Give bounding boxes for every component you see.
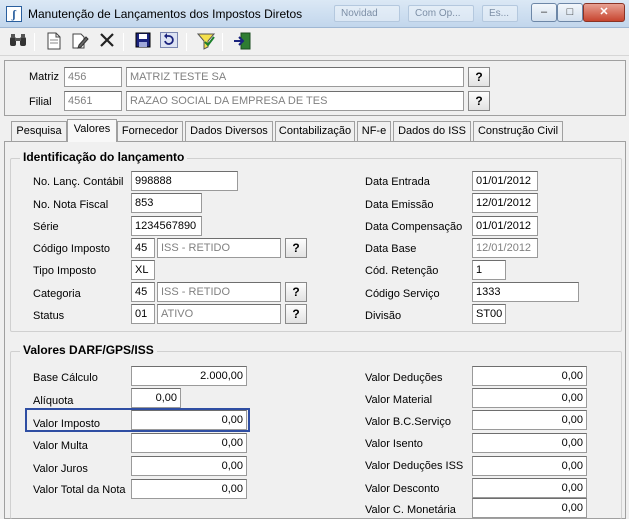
identificacao-title: Identificação do lançamento: [20, 150, 188, 164]
base-calculo-field[interactable]: 2.000,00: [131, 366, 247, 386]
edit-icon[interactable]: [70, 32, 90, 52]
status-code-field[interactable]: 01: [131, 304, 155, 324]
no-nota-fiscal-label: No. Nota Fiscal: [33, 199, 109, 211]
window-title: Manutenção de Lançamentos dos Impostos D…: [28, 7, 303, 21]
app-icon: ʃ: [6, 6, 22, 22]
close-button[interactable]: ✕: [583, 3, 625, 22]
matriz-label: Matriz: [29, 71, 59, 83]
data-base-field[interactable]: 12/01/2012: [472, 238, 538, 258]
categoria-code-field[interactable]: 45: [131, 282, 155, 302]
matriz-code-field[interactable]: 456: [64, 67, 122, 87]
codigo-imposto-label: Código Imposto: [33, 243, 111, 255]
tab-dados-do-iss[interactable]: Dados do ISS: [393, 121, 471, 141]
codigo-servico-label: Código Serviço: [365, 288, 440, 300]
data-entrada-label: Data Entrada: [365, 176, 430, 188]
undo-icon[interactable]: [159, 32, 179, 52]
delete-icon[interactable]: [97, 32, 117, 52]
minimize-button[interactable]: –: [531, 3, 557, 22]
tipo-imposto-label: Tipo Imposto: [33, 265, 97, 277]
valor-deducoes-field[interactable]: 0,00: [472, 366, 587, 386]
binoculars-icon[interactable]: [8, 32, 28, 52]
data-entrada-field[interactable]: 01/01/2012: [472, 171, 538, 191]
valor-deducoes-iss-field[interactable]: 0,00: [472, 456, 587, 476]
valor-bc-servico-label: Valor B.C.Serviço: [365, 416, 451, 428]
valor-desconto-label: Valor Desconto: [365, 483, 440, 495]
codigo-imposto-desc-field[interactable]: ISS - RETIDO: [157, 238, 281, 258]
cod-retencao-label: Cód. Retenção: [365, 265, 439, 277]
maximize-button[interactable]: □: [557, 3, 583, 22]
tab-dados-diversos[interactable]: Dados Diversos: [185, 121, 273, 141]
matriz-name-field[interactable]: MATRIZ TESTE SA: [126, 67, 464, 87]
aliquota-field[interactable]: 0,00: [131, 388, 181, 408]
save-icon[interactable]: [133, 32, 153, 52]
codigo-servico-field[interactable]: 1333: [472, 282, 579, 302]
exit-icon[interactable]: [232, 32, 252, 52]
no-nota-fiscal-field[interactable]: 853: [131, 193, 202, 213]
serie-field[interactable]: 1234567890: [131, 216, 202, 236]
valor-multa-field[interactable]: 0,00: [131, 433, 247, 453]
valor-imposto-label: Valor Imposto: [33, 418, 101, 430]
data-compensacao-field[interactable]: 01/01/2012: [472, 216, 538, 236]
categoria-label: Categoria: [33, 288, 81, 300]
valor-material-field[interactable]: 0,00: [472, 388, 587, 408]
toolbar-separator: [34, 33, 35, 51]
new-document-icon[interactable]: [44, 32, 64, 52]
valor-total-nota-label: Valor Total da Nota: [33, 484, 126, 496]
toolbar-separator: [222, 33, 223, 51]
tab-nfe[interactable]: NF-e: [357, 121, 391, 141]
valor-desconto-field[interactable]: 0,00: [472, 478, 587, 498]
divisao-field[interactable]: ST00: [472, 304, 506, 324]
filial-lookup-button[interactable]: ?: [468, 91, 490, 111]
tab-construcao-civil[interactable]: Construção Civil: [473, 121, 563, 141]
valor-multa-label: Valor Multa: [33, 440, 88, 452]
tab-pesquisa[interactable]: Pesquisa: [11, 121, 67, 141]
valor-deducoes-label: Valor Deduções: [365, 372, 443, 384]
data-base-label: Data Base: [365, 243, 417, 255]
no-lanc-contabil-field[interactable]: 998888: [131, 171, 238, 191]
valor-material-label: Valor Material: [365, 394, 433, 406]
aliquota-label: Alíquota: [33, 395, 74, 407]
filter-check-icon[interactable]: [196, 32, 216, 52]
cod-retencao-field[interactable]: 1: [472, 260, 506, 280]
valor-isento-field[interactable]: 0,00: [472, 433, 587, 453]
toolbar: [0, 28, 629, 56]
valor-bc-servico-field[interactable]: 0,00: [472, 410, 587, 430]
categoria-lookup-button[interactable]: ?: [285, 282, 307, 302]
base-calculo-label: Base Cálculo: [33, 372, 98, 384]
background-tab: Com Op...: [408, 5, 474, 22]
valor-juros-label: Valor Juros: [33, 463, 88, 475]
valor-imposto-field[interactable]: 0,00: [131, 410, 247, 430]
background-tab: Es...: [482, 5, 518, 22]
valor-total-nota-field[interactable]: 0,00: [131, 479, 247, 499]
codigo-imposto-code-field[interactable]: 45: [131, 238, 155, 258]
status-lookup-button[interactable]: ?: [285, 304, 307, 324]
data-compensacao-label: Data Compensação: [365, 221, 463, 233]
status-label: Status: [33, 310, 65, 322]
filial-label: Filial: [29, 96, 52, 108]
toolbar-separator: [186, 33, 187, 51]
valor-c-monetaria-field[interactable]: 0,00: [472, 498, 587, 518]
status-desc-field[interactable]: ATIVO: [157, 304, 281, 324]
matriz-lookup-button[interactable]: ?: [468, 67, 490, 87]
no-lanc-contabil-label: No. Lanç. Contábil: [33, 176, 124, 188]
filial-name-field[interactable]: RAZAO SOCIAL DA EMPRESA DE TES: [126, 91, 464, 111]
valor-juros-field[interactable]: 0,00: [131, 456, 247, 476]
valor-isento-label: Valor Isento: [365, 438, 423, 450]
valores-title: Valores DARF/GPS/ISS: [20, 343, 157, 357]
filial-code-field[interactable]: 4561: [64, 91, 122, 111]
data-emissao-label: Data Emissão: [365, 199, 434, 211]
valor-c-monetaria-label: Valor C. Monetária: [365, 504, 456, 516]
tipo-imposto-field[interactable]: XL: [131, 260, 155, 280]
serie-label: Série: [33, 221, 59, 233]
categoria-desc-field[interactable]: ISS - RETIDO: [157, 282, 281, 302]
tab-contabilizacao[interactable]: Contabilização: [275, 121, 355, 141]
tab-fornecedor[interactable]: Fornecedor: [117, 121, 183, 141]
data-emissao-field[interactable]: 12/01/2012: [472, 193, 538, 213]
tab-valores[interactable]: Valores: [67, 119, 117, 142]
valor-deducoes-iss-label: Valor Deduções ISS: [365, 460, 464, 472]
divisao-label: Divisão: [365, 310, 402, 322]
background-tab: Novidad: [334, 5, 400, 22]
toolbar-separator: [123, 33, 124, 51]
codigo-imposto-lookup-button[interactable]: ?: [285, 238, 307, 258]
